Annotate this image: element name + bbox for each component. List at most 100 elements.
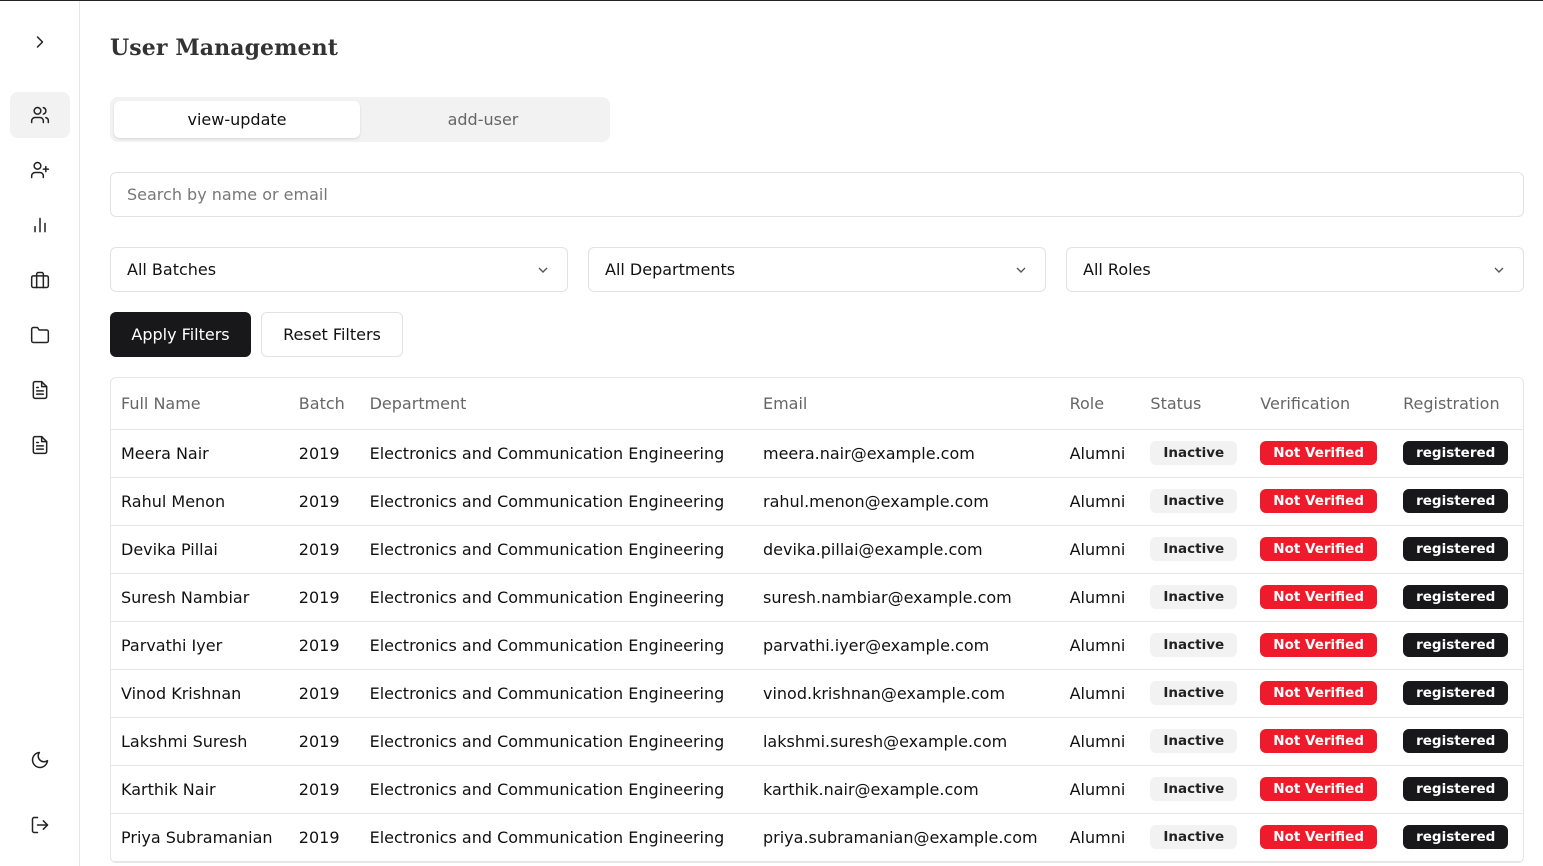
batch-select[interactable]: All Batches: [110, 247, 568, 292]
cell-status: Inactive: [1140, 477, 1251, 526]
sidebar: [0, 1, 80, 866]
cell-email: karthik.nair@example.com: [752, 765, 1060, 814]
verification-badge: Not Verified: [1260, 681, 1377, 705]
logout-button[interactable]: [10, 802, 70, 848]
registration-badge: registered: [1403, 729, 1509, 753]
sidebar-item-add-user[interactable]: [10, 147, 70, 193]
cell-full-name: Karthik Nair: [111, 765, 289, 814]
cell-email: devika.pillai@example.com: [752, 525, 1060, 574]
verification-badge: Not Verified: [1260, 537, 1377, 561]
verification-badge: Not Verified: [1260, 441, 1377, 465]
cell-registration: registered: [1393, 813, 1523, 862]
cell-email: rahul.menon@example.com: [752, 477, 1060, 526]
column-header-registration[interactable]: Registration: [1393, 378, 1523, 430]
sidebar-item-folders[interactable]: [10, 312, 70, 358]
column-header-role[interactable]: Role: [1059, 378, 1141, 430]
chevron-right-icon: [36, 36, 44, 48]
cell-verification: Not Verified: [1250, 669, 1394, 718]
department-select[interactable]: All Departments: [588, 247, 1046, 292]
expand-sidebar-button[interactable]: [10, 19, 70, 65]
cell-registration: registered: [1393, 573, 1523, 622]
cell-verification: Not Verified: [1250, 525, 1394, 574]
table-row[interactable]: Devika Pillai 2019 Electronics and Communi…: [111, 525, 1523, 574]
cell-full-name: Priya Subramanian: [111, 813, 289, 862]
cell-registration: registered: [1393, 765, 1523, 814]
cell-email: lakshmi.suresh@example.com: [752, 717, 1060, 766]
cell-department: Electronics and Communication Engineerin…: [359, 573, 753, 622]
column-header-status[interactable]: Status: [1140, 378, 1251, 430]
cell-status: Inactive: [1140, 621, 1251, 670]
cell-status: Inactive: [1140, 765, 1251, 814]
table-row[interactable]: Lakshmi Suresh 2019 Electronics and Commun…: [111, 717, 1523, 766]
status-badge: Inactive: [1150, 489, 1238, 513]
registration-badge: registered: [1403, 441, 1509, 465]
cell-role: Alumni: [1059, 621, 1141, 670]
tab-view-update[interactable]: view-update: [114, 101, 360, 138]
verification-badge: Not Verified: [1260, 489, 1377, 513]
cell-registration: registered: [1393, 717, 1523, 766]
sidebar-item-reports[interactable]: [10, 422, 70, 468]
column-header-batch[interactable]: Batch: [288, 378, 360, 430]
cell-verification: Not Verified: [1250, 717, 1394, 766]
column-header-email[interactable]: Email: [752, 378, 1060, 430]
status-badge: Inactive: [1150, 825, 1238, 849]
sidebar-item-documents[interactable]: [10, 367, 70, 413]
column-header-verification[interactable]: Verification: [1250, 378, 1394, 430]
cell-verification: Not Verified: [1250, 765, 1394, 814]
table-row[interactable]: Rahul Menon 2019 Electronics and Communica…: [111, 477, 1523, 526]
chevron-down-icon: [1016, 267, 1026, 273]
cell-registration: registered: [1393, 525, 1523, 574]
table-row[interactable]: Karthik Nair 2019 Electronics and Communic…: [111, 765, 1523, 814]
sidebar-item-jobs[interactable]: [10, 257, 70, 303]
tab-list: view-update add-user: [110, 97, 610, 142]
role-select[interactable]: All Roles: [1066, 247, 1524, 292]
users-icon: [30, 106, 50, 124]
status-badge: Inactive: [1150, 681, 1238, 705]
cell-email: meera.nair@example.com: [752, 429, 1060, 478]
column-header-full-name[interactable]: Full Name: [111, 378, 289, 430]
cell-batch: 2019: [288, 765, 360, 814]
cell-department: Electronics and Communication Engineerin…: [359, 813, 753, 862]
table-row[interactable]: Parvathi Iyer 2019 Electronics and Communi…: [111, 621, 1523, 670]
cell-full-name: Meera Nair: [111, 429, 289, 478]
apply-filters-button[interactable]: Apply Filters: [110, 312, 251, 357]
sidebar-item-users[interactable]: [10, 92, 70, 138]
cell-registration: registered: [1393, 621, 1523, 670]
table-row[interactable]: Vinod Krishnan 2019 Electronics and Commun…: [111, 669, 1523, 718]
cell-email: priya.subramanian@example.com: [752, 813, 1060, 862]
registration-badge: registered: [1403, 825, 1509, 849]
table-body: Meera Nair 2019 Electronics and Communicat…: [111, 429, 1523, 862]
bar-chart-icon: [34, 217, 46, 233]
tab-add-user[interactable]: add-user: [360, 101, 606, 138]
cell-role: Alumni: [1059, 813, 1141, 862]
batch-select-value: All Batches: [127, 260, 217, 279]
department-select-value: All Departments: [605, 260, 736, 279]
cell-full-name: Lakshmi Suresh: [111, 717, 289, 766]
cell-email: vinod.krishnan@example.com: [752, 669, 1060, 718]
column-header-department[interactable]: Department: [359, 378, 753, 430]
cell-status: Inactive: [1140, 525, 1251, 574]
cell-registration: registered: [1393, 477, 1523, 526]
cell-full-name: Vinod Krishnan: [111, 669, 289, 718]
cell-verification: Not Verified: [1250, 813, 1394, 862]
role-select-value: All Roles: [1083, 260, 1151, 279]
verification-badge: Not Verified: [1260, 825, 1377, 849]
table-row[interactable]: Priya Subramanian 2019 Electronics and Com…: [111, 813, 1523, 862]
cell-registration: registered: [1393, 669, 1523, 718]
sidebar-item-analytics[interactable]: [10, 202, 70, 248]
table-header-row: Full Name Batch Department Email Role St…: [111, 378, 1523, 430]
cell-full-name: Devika Pillai: [111, 525, 289, 574]
verification-badge: Not Verified: [1260, 585, 1377, 609]
cell-department: Electronics and Communication Engineerin…: [359, 717, 753, 766]
reset-filters-button[interactable]: Reset Filters: [261, 312, 403, 357]
user-plus-icon: [30, 161, 50, 179]
search-input[interactable]: [110, 172, 1524, 217]
verification-badge: Not Verified: [1260, 729, 1377, 753]
cell-status: Inactive: [1140, 813, 1251, 862]
registration-badge: registered: [1403, 681, 1509, 705]
verification-badge: Not Verified: [1260, 777, 1377, 801]
file-text-icon: [32, 380, 48, 400]
table-row[interactable]: Meera Nair 2019 Electronics and Communicat…: [111, 429, 1523, 478]
table-row[interactable]: Suresh Nambiar 2019 Electronics and Commun…: [111, 573, 1523, 622]
theme-toggle-button[interactable]: [10, 737, 70, 783]
